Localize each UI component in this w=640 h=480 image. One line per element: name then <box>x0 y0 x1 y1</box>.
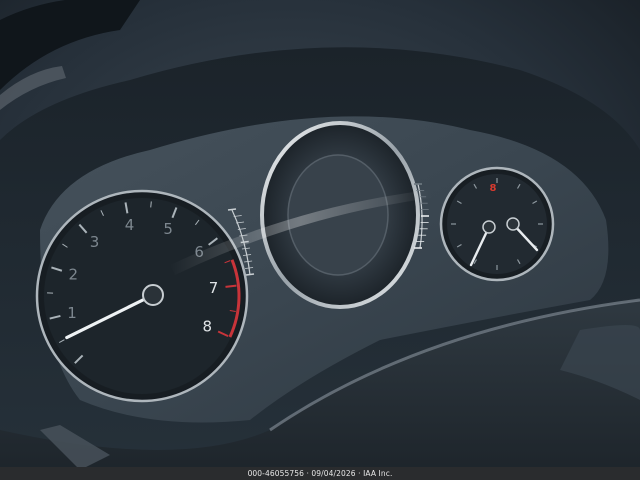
clock-gauge-face <box>447 174 547 274</box>
tachometer-numeral: 8 <box>202 317 212 335</box>
clock-indicator: 8 <box>490 183 497 194</box>
tachometer-hub <box>142 284 164 306</box>
tachometer: 12345678 <box>35 189 249 403</box>
bar-gauge-tick <box>245 273 255 276</box>
tachometer-numeral: 1 <box>67 304 77 322</box>
bar-gauge-tick <box>227 208 237 211</box>
tachometer-numeral: 4 <box>125 216 135 234</box>
clock-hub-right <box>506 217 520 231</box>
bar-gauge-tick <box>240 240 249 244</box>
tachometer-numeral: 3 <box>90 233 100 251</box>
tachometer-numeral: 7 <box>209 279 219 297</box>
photo-caption: 000-46055756 · 09/04/2026 · IAA Inc. <box>0 467 640 480</box>
tachometer-tick <box>225 284 237 288</box>
clock-gauge: 8 <box>439 166 555 282</box>
tachometer-numeral: 5 <box>163 220 173 238</box>
clock-hub-left <box>482 220 496 234</box>
instrument-cluster-photo: 12345678 8 <box>0 0 640 480</box>
tachometer-tick <box>150 201 152 208</box>
tachometer-numeral: 2 <box>69 265 79 283</box>
